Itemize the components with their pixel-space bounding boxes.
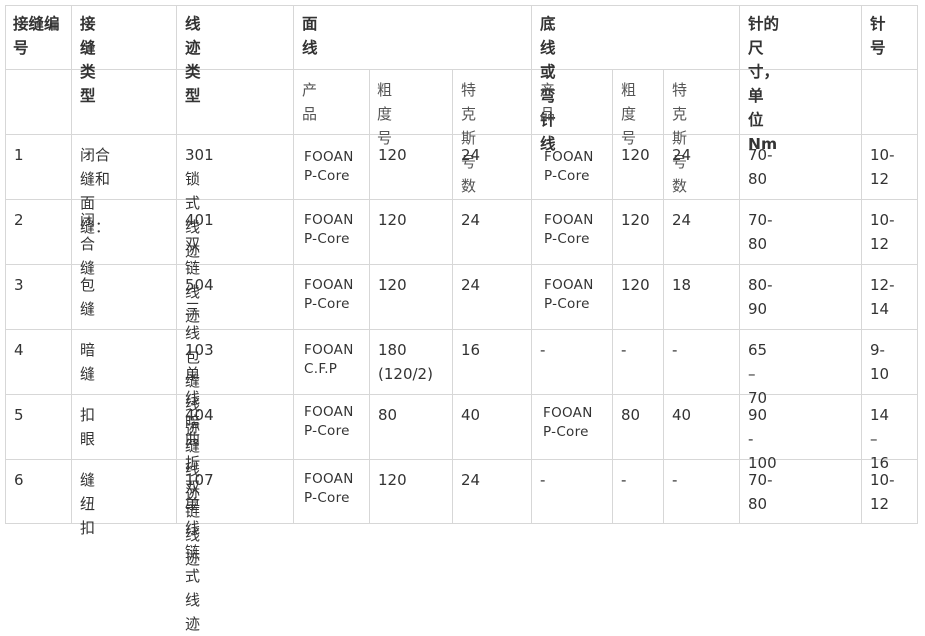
cell-nt-ticket: 120 bbox=[378, 146, 407, 164]
cell-needle-no: 10- 12 bbox=[870, 146, 895, 188]
cell-nt-product: FOOAN P-Core bbox=[304, 277, 354, 312]
grid-line bbox=[739, 5, 740, 524]
grid-line bbox=[369, 69, 370, 524]
cell-lt-ticket: 120 bbox=[621, 146, 650, 164]
header-stitch-type: 线迹类型 bbox=[185, 15, 201, 105]
cell-lt-ticket: 120 bbox=[621, 276, 650, 294]
cell-seam-no: 1 bbox=[14, 146, 24, 164]
cell-nt-product: FOOAN P-Core bbox=[304, 471, 354, 506]
cell-lt-ticket: - bbox=[621, 471, 627, 489]
subheader-lt-product: 产品 bbox=[540, 81, 556, 123]
grid-line bbox=[612, 69, 613, 524]
grid-line bbox=[5, 5, 6, 524]
grid-line bbox=[176, 5, 177, 524]
cell-nt-ticket: 80 bbox=[378, 406, 398, 424]
cell-nt-ticket: 180 (120/2) bbox=[378, 341, 433, 383]
cell-lt-ticket: 120 bbox=[621, 211, 650, 229]
header-seam-type: 接缝类型 bbox=[80, 15, 96, 105]
header-needle-thread: 面线 bbox=[302, 15, 318, 57]
grid-line bbox=[917, 5, 918, 524]
cell-lt-tex: 24 bbox=[672, 146, 692, 164]
grid-line bbox=[5, 69, 918, 70]
cell-nt-tex: 24 bbox=[461, 146, 481, 164]
cell-needle-size: 65 – 70 bbox=[748, 341, 768, 407]
cell-needle-no: 10- 12 bbox=[870, 211, 895, 253]
cell-lt-product: - bbox=[540, 471, 546, 489]
cell-nt-tex: 24 bbox=[461, 276, 481, 294]
cell-needle-no: 12- 14 bbox=[870, 276, 895, 318]
cell-lt-product: FOOAN P-Core bbox=[544, 212, 594, 247]
cell-seam-no: 2 bbox=[14, 211, 24, 229]
cell-needle-size: 70-80 bbox=[748, 211, 773, 253]
cell-nt-tex: 40 bbox=[461, 406, 481, 424]
grid-line bbox=[5, 329, 918, 330]
cell-nt-tex: 16 bbox=[461, 341, 481, 359]
cell-stitch-type: 107 单线链式 线迹 bbox=[185, 471, 214, 633]
header-seam-no: 接缝编 号 bbox=[13, 15, 60, 57]
cell-lt-tex: - bbox=[672, 341, 678, 359]
cell-lt-product: - bbox=[540, 341, 546, 359]
grid-line bbox=[5, 523, 918, 524]
cell-needle-size: 70-80 bbox=[748, 471, 773, 513]
grid-line bbox=[293, 5, 294, 524]
cell-seam-type: 扣眼 bbox=[80, 406, 96, 448]
cell-nt-tex: 24 bbox=[461, 211, 481, 229]
grid-line bbox=[5, 199, 918, 200]
cell-needle-no: 14 – 16 bbox=[870, 406, 890, 472]
cell-lt-tex: - bbox=[672, 471, 678, 489]
cell-lt-tex: 24 bbox=[672, 211, 692, 229]
grid-line bbox=[861, 5, 862, 524]
header-needle-no: 针号 bbox=[870, 15, 886, 57]
cell-nt-product: FOOAN P-Core bbox=[304, 149, 354, 184]
cell-nt-product: FOOAN C.F.P bbox=[304, 342, 354, 377]
cell-seam-no: 4 bbox=[14, 341, 24, 359]
cell-nt-ticket: 120 bbox=[378, 211, 407, 229]
cell-seam-type: 闭合缝 bbox=[80, 211, 96, 277]
cell-seam-type: 包缝 bbox=[80, 276, 96, 318]
cell-lt-product: FOOAN P-Core bbox=[544, 277, 594, 312]
cell-needle-size: 70-80 bbox=[748, 146, 773, 188]
cell-seam-type: 暗缝 bbox=[80, 341, 96, 383]
grid-line bbox=[71, 5, 72, 524]
cell-needle-no: 10- 12 bbox=[870, 471, 895, 513]
cell-nt-product: FOOAN P-Core bbox=[304, 212, 354, 247]
subheader-lt-ticket: 粗度 号 bbox=[621, 81, 637, 147]
cell-lt-product: FOOAN P-Core bbox=[543, 405, 593, 440]
grid-line bbox=[5, 394, 918, 395]
grid-line bbox=[5, 459, 918, 460]
grid-line bbox=[452, 69, 453, 524]
cell-nt-ticket: 120 bbox=[378, 276, 407, 294]
cell-lt-ticket: 80 bbox=[621, 406, 641, 424]
cell-nt-tex: 24 bbox=[461, 471, 481, 489]
cell-nt-ticket: 120 bbox=[378, 471, 407, 489]
header-needle-size: 针的尺寸，单 位Nm bbox=[748, 15, 780, 153]
cell-lt-product: FOOAN P-Core bbox=[544, 149, 594, 184]
cell-seam-no: 3 bbox=[14, 276, 24, 294]
grid-line bbox=[5, 5, 918, 6]
cell-needle-size: 80-90 bbox=[748, 276, 773, 318]
cell-seam-no: 6 bbox=[14, 471, 24, 489]
cell-nt-product: FOOAN P-Core bbox=[304, 404, 354, 439]
grid-line bbox=[5, 264, 918, 265]
grid-line bbox=[531, 5, 532, 524]
cell-seam-no: 5 bbox=[14, 406, 24, 424]
cell-needle-no: 9-10 bbox=[870, 341, 890, 383]
cell-needle-size: 90 - 100 bbox=[748, 406, 777, 472]
cell-lt-tex: 18 bbox=[672, 276, 692, 294]
subheader-lt-tex: 特克斯 号数 bbox=[672, 81, 688, 195]
subheader-nt-product: 产品 bbox=[302, 81, 318, 123]
cell-seam-type: 缝纽扣 bbox=[80, 471, 96, 537]
subheader-nt-ticket: 粗度号 bbox=[377, 81, 393, 147]
subheader-nt-tex: 特克斯 号数 bbox=[461, 81, 477, 195]
cell-lt-tex: 40 bbox=[672, 406, 692, 424]
cell-lt-ticket: - bbox=[621, 341, 627, 359]
grid-line bbox=[663, 69, 664, 524]
